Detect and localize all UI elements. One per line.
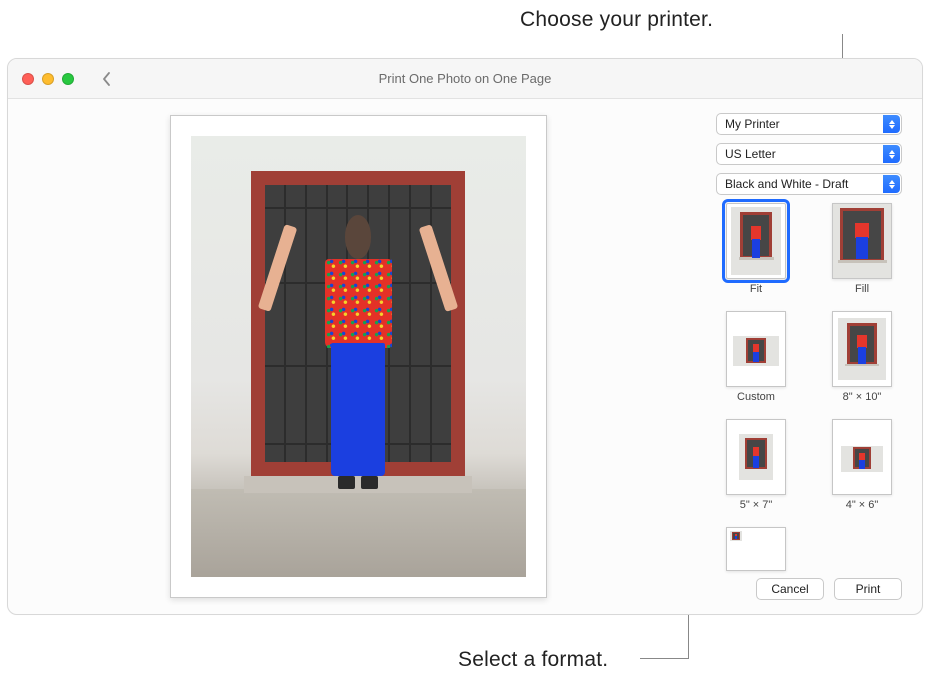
paper-size-select[interactable]: US Letter [716, 143, 902, 165]
callout-printer: Choose your printer. [520, 8, 713, 32]
format-option-fit[interactable]: Fit [716, 203, 796, 295]
format-option-8x10[interactable]: 8" × 10" [822, 311, 902, 403]
format-option-custom[interactable]: Custom [716, 311, 796, 403]
stepper-icon [883, 175, 900, 193]
window-minimize-button[interactable] [42, 73, 54, 85]
format-label: 4" × 6" [846, 499, 879, 511]
callout-format: Select a format. [458, 648, 608, 672]
callout-line-format-h [640, 658, 688, 659]
format-label: Fit [750, 283, 762, 295]
window-title: Print One Photo on One Page [8, 71, 922, 86]
print-button[interactable]: Print [834, 578, 902, 600]
traffic-lights [22, 73, 74, 85]
print-preview [8, 99, 708, 614]
stepper-icon [883, 115, 900, 133]
print-options-sidebar: My Printer US Letter Black and White - D… [708, 99, 922, 614]
preview-photo [191, 136, 526, 577]
paper-size-value: US Letter [725, 147, 776, 161]
stepper-icon [883, 145, 900, 163]
format-option-fill[interactable]: Fill [822, 203, 902, 295]
format-label: Custom [737, 391, 775, 403]
cancel-button[interactable]: Cancel [756, 578, 824, 600]
dialog-footer: Cancel Print [756, 578, 902, 600]
format-option-4x6[interactable]: 4" × 6" [822, 419, 902, 511]
preview-paper [170, 115, 547, 598]
format-option-contact[interactable] [716, 527, 796, 575]
format-grid: Fit [716, 203, 902, 575]
quality-select[interactable]: Black and White - Draft [716, 173, 902, 195]
content-area: My Printer US Letter Black and White - D… [8, 99, 922, 614]
format-label: Fill [855, 283, 869, 295]
printer-select[interactable]: My Printer [716, 113, 902, 135]
titlebar: Print One Photo on One Page [8, 59, 922, 99]
format-label: 5" × 7" [740, 499, 773, 511]
chevron-left-icon [101, 71, 112, 87]
print-dialog-window: Print One Photo on One Page [7, 58, 923, 615]
window-zoom-button[interactable] [62, 73, 74, 85]
window-close-button[interactable] [22, 73, 34, 85]
format-option-5x7[interactable]: 5" × 7" [716, 419, 796, 511]
back-button[interactable] [94, 67, 118, 91]
quality-value: Black and White - Draft [725, 177, 848, 191]
format-label: 8" × 10" [843, 391, 882, 403]
printer-select-value: My Printer [725, 117, 780, 131]
